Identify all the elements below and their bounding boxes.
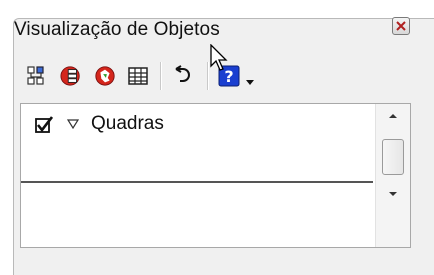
toolbar-separator [160,62,162,90]
mouse-cursor-icon [210,44,228,71]
toolbar-separator [207,62,209,90]
layer-tree-icon[interactable] [25,65,47,87]
chevron-up-icon [389,114,397,118]
chevron-down-icon [389,192,397,196]
close-icon [396,21,406,31]
dropdown-arrow-icon[interactable] [245,72,255,94]
red-globe-icon[interactable] [93,65,117,87]
layer-list: Quadras [21,104,375,247]
vertical-scrollbar[interactable] [375,104,410,247]
checkbox-checked-icon[interactable] [35,116,53,134]
expand-triangle-icon[interactable] [67,119,79,129]
table-grid-icon[interactable] [127,65,149,87]
close-button[interactable] [392,17,410,35]
red-layers-icon[interactable] [59,65,83,87]
scroll-up-button[interactable] [376,104,410,128]
scroll-thumb[interactable] [382,139,404,175]
undo-arrow-icon[interactable] [172,65,194,87]
layer-label: Quadras [91,113,164,134]
scroll-down-button[interactable] [376,182,410,206]
layer-list-container: Quadras [20,103,411,248]
layer-item-quadras[interactable]: Quadras [21,104,373,183]
panel-title: Visualização de Objetos [14,19,220,40]
